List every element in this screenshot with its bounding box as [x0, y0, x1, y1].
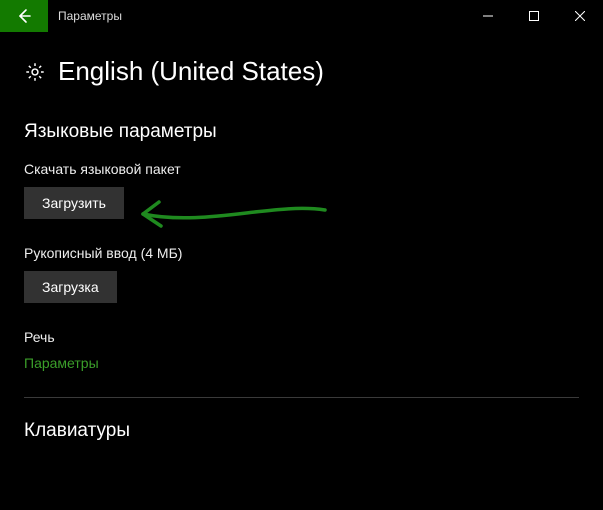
section-divider: [24, 397, 579, 398]
maximize-button[interactable]: [511, 0, 557, 32]
speech-label: Речь: [24, 329, 579, 345]
speech-settings-link[interactable]: Параметры: [24, 355, 579, 371]
speech-block: Речь Параметры: [24, 329, 579, 371]
section-header-keyboards: Клавиатуры: [24, 420, 579, 442]
titlebar: Параметры: [0, 0, 603, 32]
maximize-icon: [529, 11, 539, 21]
back-arrow-icon: [15, 7, 33, 25]
close-button[interactable]: [557, 0, 603, 32]
handwriting-button[interactable]: Загрузка: [24, 271, 117, 303]
download-pack-button[interactable]: Загрузить: [24, 187, 124, 219]
minimize-button[interactable]: [465, 0, 511, 32]
page-title-text: English (United States): [58, 56, 324, 87]
window-title: Параметры: [48, 0, 132, 32]
back-button[interactable]: [0, 0, 48, 32]
download-pack-label: Скачать языковой пакет: [24, 161, 579, 177]
content-area: English (United States) Языковые парамет…: [0, 32, 603, 442]
minimize-icon: [483, 11, 493, 21]
handwriting-block: Рукописный ввод (4 МБ) Загрузка: [24, 245, 579, 303]
gear-icon: [24, 61, 46, 83]
page-title: English (United States): [24, 56, 579, 87]
section-header-language: Языковые параметры: [24, 121, 579, 143]
download-language-pack-block: Скачать языковой пакет Загрузить: [24, 161, 579, 219]
close-icon: [575, 11, 585, 21]
handwriting-label: Рукописный ввод (4 МБ): [24, 245, 579, 261]
